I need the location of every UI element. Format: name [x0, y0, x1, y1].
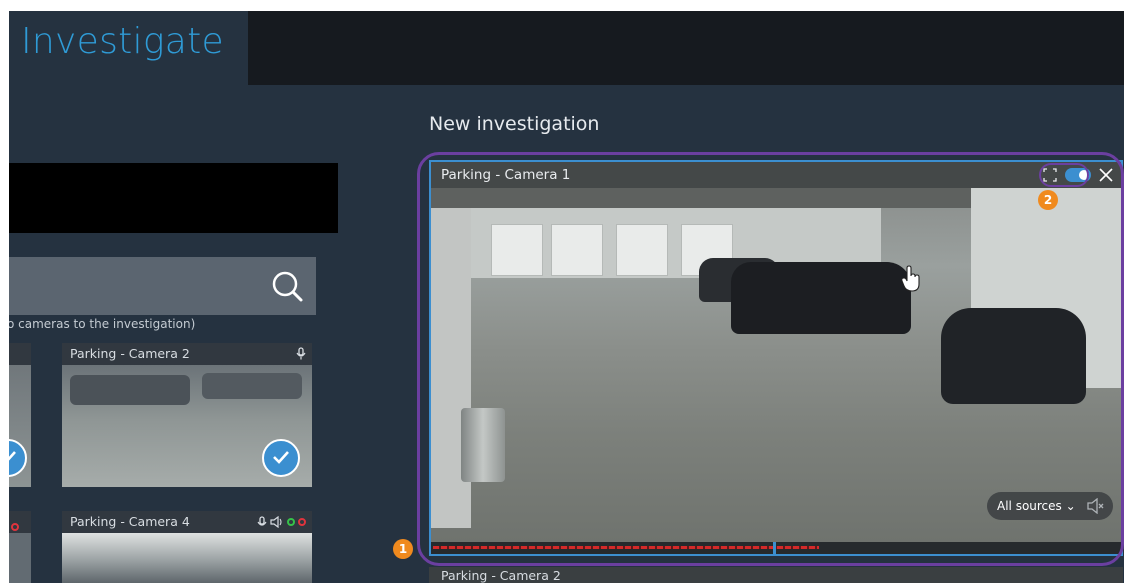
- status-green-icon: [286, 518, 295, 526]
- callout-badge-1: 1: [393, 539, 413, 559]
- speaker-icon: [270, 515, 282, 529]
- parked-cars: [70, 375, 190, 405]
- thumbnail-header: Parking - Camera 2: [62, 343, 312, 365]
- thumbnail-header: [9, 343, 31, 365]
- status-red-icon: [11, 516, 19, 535]
- camera-hint-text: o cameras to the investigation): [9, 317, 196, 331]
- camera-thumbnail-parking-4[interactable]: Parking - Camera 4: [62, 511, 312, 583]
- tab-investigate-label: Investigate: [21, 21, 224, 62]
- thumbnail-title: Parking - Camera 4: [70, 514, 190, 529]
- camera-thumbnail-partial-2[interactable]: [9, 511, 31, 583]
- thumbnail-image: [62, 533, 312, 583]
- status-red-icon: [298, 518, 306, 526]
- camera-thumbnail-parking-2[interactable]: Parking - Camera 2: [62, 343, 312, 487]
- top-bar: Investigate: [9, 11, 1124, 85]
- app-window: Investigate o cameras to the investigati…: [9, 11, 1124, 583]
- thumbnail-header: [9, 511, 31, 533]
- video-tile-parking-2[interactable]: Parking - Camera 2: [429, 567, 1123, 583]
- toggle-highlight-outline: [1039, 163, 1089, 187]
- thumbnail-header: Parking - Camera 4: [62, 511, 312, 533]
- microphone-icon: [257, 515, 266, 526]
- search-icon[interactable]: [270, 269, 304, 303]
- tab-investigate[interactable]: Investigate: [9, 11, 248, 85]
- camera-search-input[interactable]: [9, 257, 316, 315]
- selected-check-icon[interactable]: [262, 439, 300, 477]
- microphone-icon: [296, 347, 306, 363]
- parked-cars: [202, 373, 302, 399]
- video-title: Parking - Camera 2: [441, 568, 561, 583]
- callout-badge-2: 2: [1038, 190, 1058, 210]
- thumbnail-title: Parking - Camera 2: [70, 346, 190, 361]
- camera-thumbnail-partial[interactable]: [9, 343, 31, 487]
- thumbnail-status-icons: [257, 515, 306, 529]
- highlight-outline: [417, 152, 1124, 566]
- hand-cursor-icon: [901, 265, 920, 292]
- preview-placeholder: [9, 163, 338, 233]
- section-title: New investigation: [429, 113, 600, 135]
